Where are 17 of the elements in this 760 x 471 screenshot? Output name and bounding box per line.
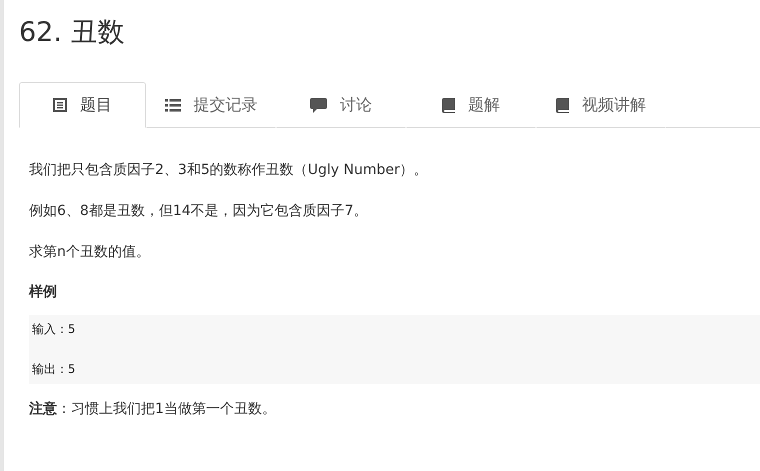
book-icon xyxy=(442,98,455,112)
tab[interactable]: 题目 xyxy=(19,82,146,128)
book-icon xyxy=(556,98,569,112)
list-icon xyxy=(164,98,180,112)
note-paragraph: 注意：习惯上我们把1当做第一个丑数。 xyxy=(29,400,277,419)
tab[interactable]: 题解 xyxy=(406,82,536,128)
document-icon xyxy=(53,98,67,112)
problem-title: 62. 丑数 xyxy=(19,16,126,50)
problem-paragraph: 例如6、8都是丑数，但14不是，因为它包含质因子7。 xyxy=(29,202,369,221)
example-code-block: 输入：5 输出：5 xyxy=(29,315,760,384)
example-heading: 样例 xyxy=(29,283,58,302)
tab[interactable]: 视频讲解 xyxy=(536,82,666,128)
problem-paragraph: 求第n个丑数的值。 xyxy=(29,243,151,262)
comment-icon xyxy=(310,98,327,112)
tab[interactable]: 讨论 xyxy=(276,82,406,128)
problem-paragraph: 我们把只包含质因子2、3和5的数称作丑数（Ugly Number）。 xyxy=(29,161,429,180)
tab[interactable]: 提交记录 xyxy=(146,82,276,128)
